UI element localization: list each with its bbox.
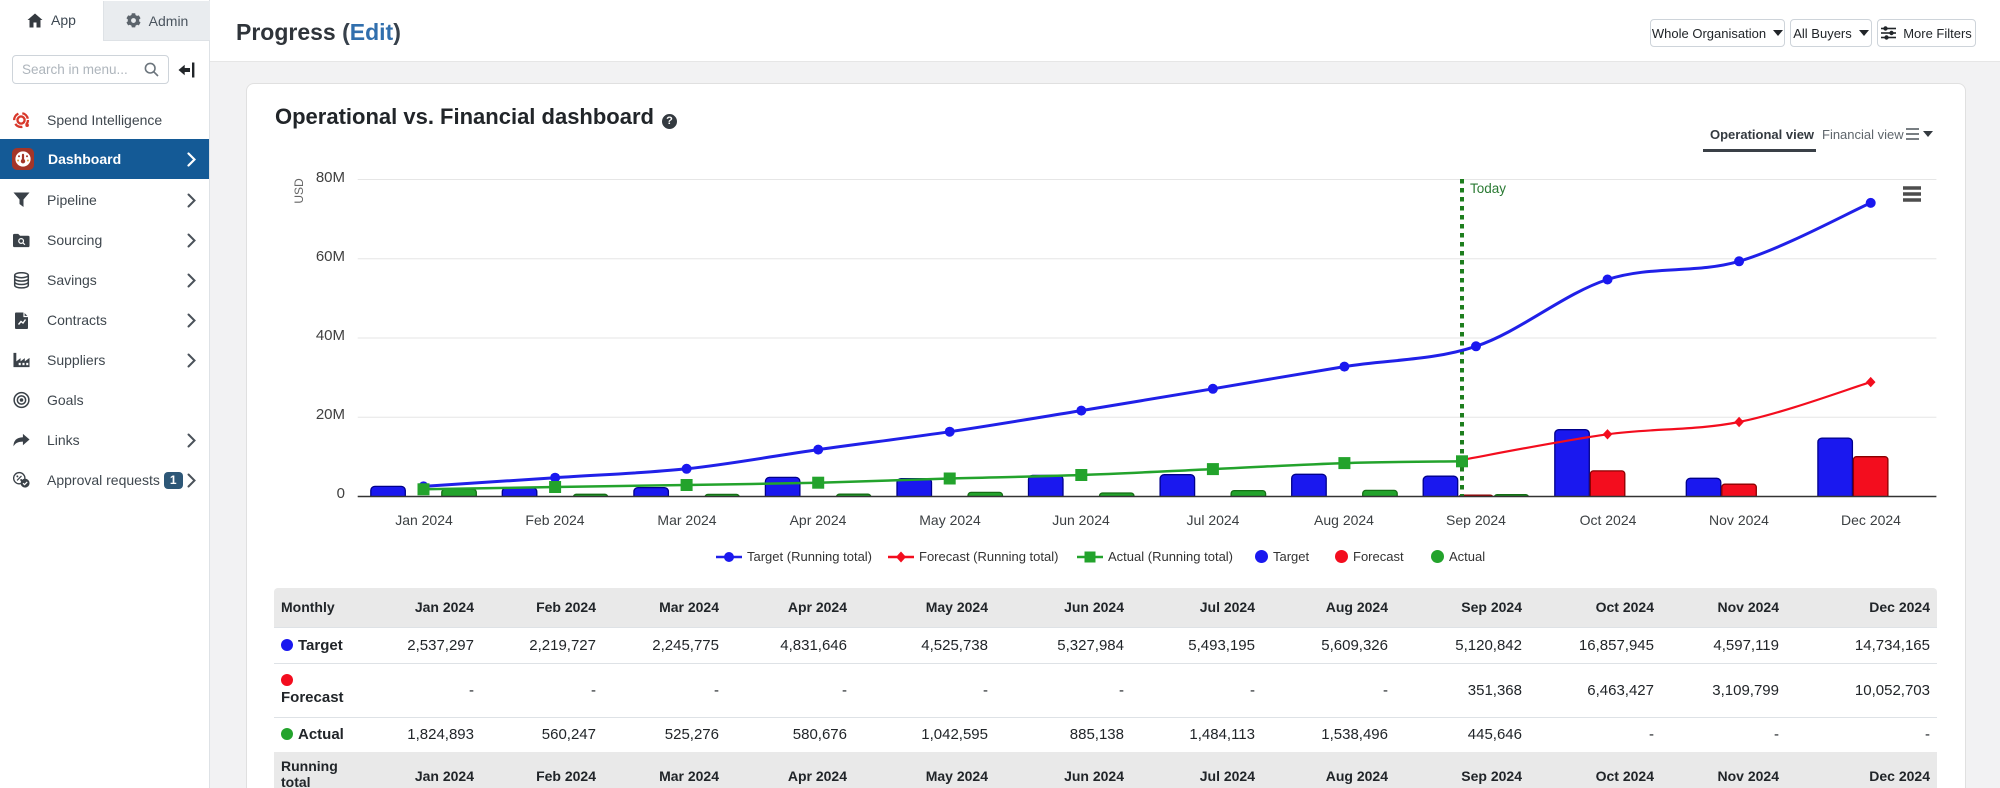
- svg-text:Today: Today: [1470, 181, 1506, 196]
